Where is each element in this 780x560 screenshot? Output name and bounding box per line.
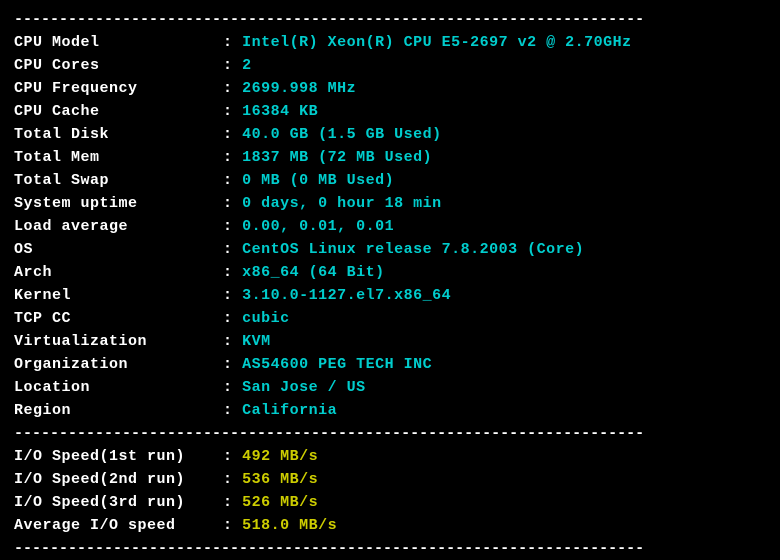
colon-separator: : bbox=[223, 494, 242, 511]
info-label: System uptime bbox=[14, 195, 223, 212]
info-label: Average I/O speed bbox=[14, 517, 223, 534]
info-label: Load average bbox=[14, 218, 223, 235]
colon-separator: : bbox=[223, 57, 242, 74]
info-row: I/O Speed(3rd run) : 526 MB/s bbox=[14, 491, 766, 514]
info-label: CPU Cache bbox=[14, 103, 223, 120]
info-label: TCP CC bbox=[14, 310, 223, 327]
info-value: AS54600 PEG TECH INC bbox=[242, 356, 432, 373]
info-label: CPU Model bbox=[14, 34, 223, 51]
info-value: CentOS Linux release 7.8.2003 (Core) bbox=[242, 241, 584, 258]
info-value: California bbox=[242, 402, 337, 419]
info-value: 2 bbox=[242, 57, 252, 74]
colon-separator: : bbox=[223, 517, 242, 534]
info-label: Kernel bbox=[14, 287, 223, 304]
info-value: 0 days, 0 hour 18 min bbox=[242, 195, 442, 212]
colon-separator: : bbox=[223, 471, 242, 488]
colon-separator: : bbox=[223, 149, 242, 166]
info-row: Total Mem : 1837 MB (72 MB Used) bbox=[14, 146, 766, 169]
colon-separator: : bbox=[223, 241, 242, 258]
info-row: Location : San Jose / US bbox=[14, 376, 766, 399]
info-label: Total Mem bbox=[14, 149, 223, 166]
info-label: I/O Speed(3rd run) bbox=[14, 494, 223, 511]
info-row: I/O Speed(2nd run) : 536 MB/s bbox=[14, 468, 766, 491]
colon-separator: : bbox=[223, 379, 242, 396]
info-label: OS bbox=[14, 241, 223, 258]
info-label: Arch bbox=[14, 264, 223, 281]
colon-separator: : bbox=[223, 356, 242, 373]
info-label: Region bbox=[14, 402, 223, 419]
colon-separator: : bbox=[223, 402, 242, 419]
info-row: I/O Speed(1st run) : 492 MB/s bbox=[14, 445, 766, 468]
info-row: CPU Cores : 2 bbox=[14, 54, 766, 77]
info-row: OS : CentOS Linux release 7.8.2003 (Core… bbox=[14, 238, 766, 261]
info-row: TCP CC : cubic bbox=[14, 307, 766, 330]
info-label: Total Disk bbox=[14, 126, 223, 143]
colon-separator: : bbox=[223, 287, 242, 304]
info-row: Total Swap : 0 MB (0 MB Used) bbox=[14, 169, 766, 192]
info-value: 40.0 GB (1.5 GB Used) bbox=[242, 126, 442, 143]
info-value: Intel(R) Xeon(R) CPU E5-2697 v2 @ 2.70GH… bbox=[242, 34, 632, 51]
info-value: 0.00, 0.01, 0.01 bbox=[242, 218, 394, 235]
info-row: Arch : x86_64 (64 Bit) bbox=[14, 261, 766, 284]
info-label: Location bbox=[14, 379, 223, 396]
info-row: CPU Frequency : 2699.998 MHz bbox=[14, 77, 766, 100]
info-value: San Jose / US bbox=[242, 379, 366, 396]
info-row: Virtualization : KVM bbox=[14, 330, 766, 353]
colon-separator: : bbox=[223, 448, 242, 465]
info-value: KVM bbox=[242, 333, 271, 350]
info-value: 518.0 MB/s bbox=[242, 517, 337, 534]
info-label: CPU Frequency bbox=[14, 80, 223, 97]
info-row: Average I/O speed : 518.0 MB/s bbox=[14, 514, 766, 537]
info-value: 536 MB/s bbox=[242, 471, 318, 488]
colon-separator: : bbox=[223, 172, 242, 189]
info-row: Kernel : 3.10.0-1127.el7.x86_64 bbox=[14, 284, 766, 307]
info-row: CPU Model : Intel(R) Xeon(R) CPU E5-2697… bbox=[14, 31, 766, 54]
info-label: Organization bbox=[14, 356, 223, 373]
info-value: 492 MB/s bbox=[242, 448, 318, 465]
divider-line: ----------------------------------------… bbox=[14, 537, 766, 560]
info-row: Region : California bbox=[14, 399, 766, 422]
colon-separator: : bbox=[223, 103, 242, 120]
info-label: CPU Cores bbox=[14, 57, 223, 74]
info-value: x86_64 (64 Bit) bbox=[242, 264, 385, 281]
info-row: Total Disk : 40.0 GB (1.5 GB Used) bbox=[14, 123, 766, 146]
info-row: System uptime : 0 days, 0 hour 18 min bbox=[14, 192, 766, 215]
colon-separator: : bbox=[223, 195, 242, 212]
info-value: 3.10.0-1127.el7.x86_64 bbox=[242, 287, 451, 304]
colon-separator: : bbox=[223, 310, 242, 327]
colon-separator: : bbox=[223, 34, 242, 51]
info-value: 16384 KB bbox=[242, 103, 318, 120]
info-label: Total Swap bbox=[14, 172, 223, 189]
divider-line: ----------------------------------------… bbox=[14, 422, 766, 445]
colon-separator: : bbox=[223, 264, 242, 281]
divider-line: ----------------------------------------… bbox=[14, 8, 766, 31]
info-value: 2699.998 MHz bbox=[242, 80, 356, 97]
info-row: Organization : AS54600 PEG TECH INC bbox=[14, 353, 766, 376]
info-value: 1837 MB (72 MB Used) bbox=[242, 149, 432, 166]
colon-separator: : bbox=[223, 126, 242, 143]
colon-separator: : bbox=[223, 218, 242, 235]
info-value: cubic bbox=[242, 310, 290, 327]
info-label: Virtualization bbox=[14, 333, 223, 350]
colon-separator: : bbox=[223, 333, 242, 350]
info-row: CPU Cache : 16384 KB bbox=[14, 100, 766, 123]
info-label: I/O Speed(2nd run) bbox=[14, 471, 223, 488]
info-row: Load average : 0.00, 0.01, 0.01 bbox=[14, 215, 766, 238]
info-label: I/O Speed(1st run) bbox=[14, 448, 223, 465]
info-value: 0 MB (0 MB Used) bbox=[242, 172, 394, 189]
colon-separator: : bbox=[223, 80, 242, 97]
info-value: 526 MB/s bbox=[242, 494, 318, 511]
